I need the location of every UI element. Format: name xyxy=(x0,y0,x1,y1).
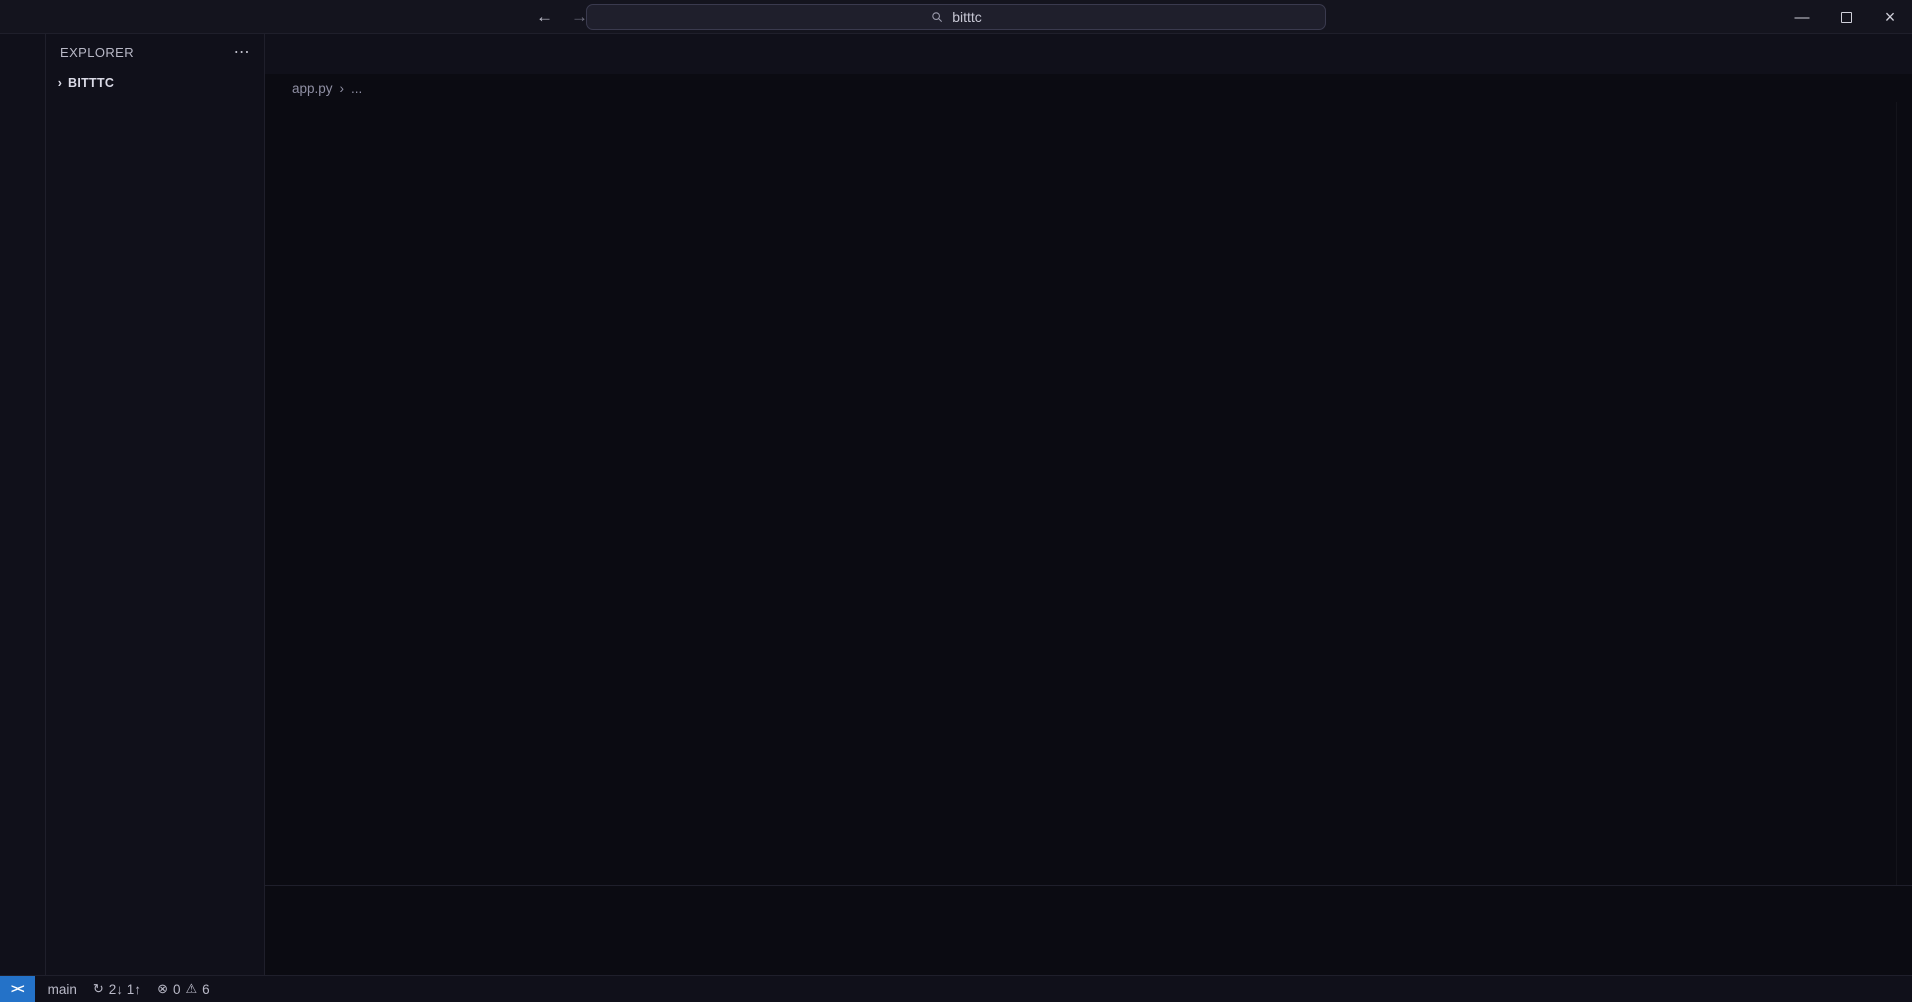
sync-icon: ↻ xyxy=(92,981,104,996)
problems-item[interactable]: ⊗ 0 ⚠ 6 xyxy=(149,976,218,1002)
close-window-button[interactable]: × xyxy=(1868,0,1912,34)
back-icon[interactable]: ← xyxy=(536,7,553,27)
breadcrumb-file[interactable]: app.py xyxy=(292,81,333,96)
status-bar: >< main ↻ 2↓ 1↑ ⊗ 0 ⚠ 6 xyxy=(0,975,1912,1002)
editor-tab-bar xyxy=(265,34,1912,74)
explorer-more-icon[interactable]: ⋯ xyxy=(234,42,250,62)
panel-body xyxy=(265,918,1912,975)
vscode-window: ← → bitttc — × EXPLORER ⋯ › BITTTC app.p… xyxy=(0,0,1912,1002)
breadcrumb-separator-icon: › xyxy=(339,80,345,96)
workbench: EXPLORER ⋯ › BITTTC app.py › ... xyxy=(0,34,1912,975)
activity-bar xyxy=(0,34,46,975)
sidebar-explorer: EXPLORER ⋯ › BITTTC xyxy=(46,34,265,975)
error-count: 0 xyxy=(172,981,181,997)
command-center-search[interactable]: bitttc xyxy=(586,4,1326,30)
panel-tab-bar xyxy=(265,886,1912,918)
git-sync-item[interactable]: ↻ 2↓ 1↑ xyxy=(85,976,149,1002)
overview-ruler[interactable] xyxy=(1896,102,1912,885)
explorer-title: EXPLORER xyxy=(60,44,135,60)
editor-area: app.py › ... xyxy=(265,34,1912,975)
breadcrumb-more[interactable]: ... xyxy=(351,81,362,96)
warning-count: 6 xyxy=(202,981,210,997)
project-name: BITTTC xyxy=(68,75,115,90)
remote-indicator[interactable]: >< xyxy=(0,975,35,1002)
history-nav: ← → xyxy=(536,0,588,34)
warning-icon: ⚠ xyxy=(185,981,198,996)
window-controls: — × xyxy=(1780,0,1912,34)
terminal-output[interactable] xyxy=(265,918,1778,975)
breadcrumb[interactable]: app.py › ... xyxy=(265,74,1912,102)
terminal-list xyxy=(1778,918,1912,975)
minimap[interactable] xyxy=(1780,102,1896,885)
maximize-button[interactable] xyxy=(1824,0,1868,34)
bottom-panel xyxy=(265,885,1912,975)
sync-counts: 2↓ 1↑ xyxy=(108,981,142,997)
error-icon: ⊗ xyxy=(157,981,168,996)
title-bar: ← → bitttc — × xyxy=(0,0,1912,34)
search-icon xyxy=(932,12,943,23)
git-branch-item[interactable]: main xyxy=(35,976,85,1002)
maximize-icon xyxy=(1840,11,1852,23)
project-section-header[interactable]: › BITTTC xyxy=(46,70,264,95)
code-editor xyxy=(265,102,1912,885)
minimize-button[interactable]: — xyxy=(1780,0,1824,34)
code-pane[interactable] xyxy=(265,102,1780,885)
branch-name: main xyxy=(47,981,77,997)
chevron-down-icon: › xyxy=(57,75,63,90)
file-tree xyxy=(46,95,264,975)
search-value: bitttc xyxy=(952,9,982,25)
explorer-header: EXPLORER ⋯ xyxy=(46,34,264,70)
